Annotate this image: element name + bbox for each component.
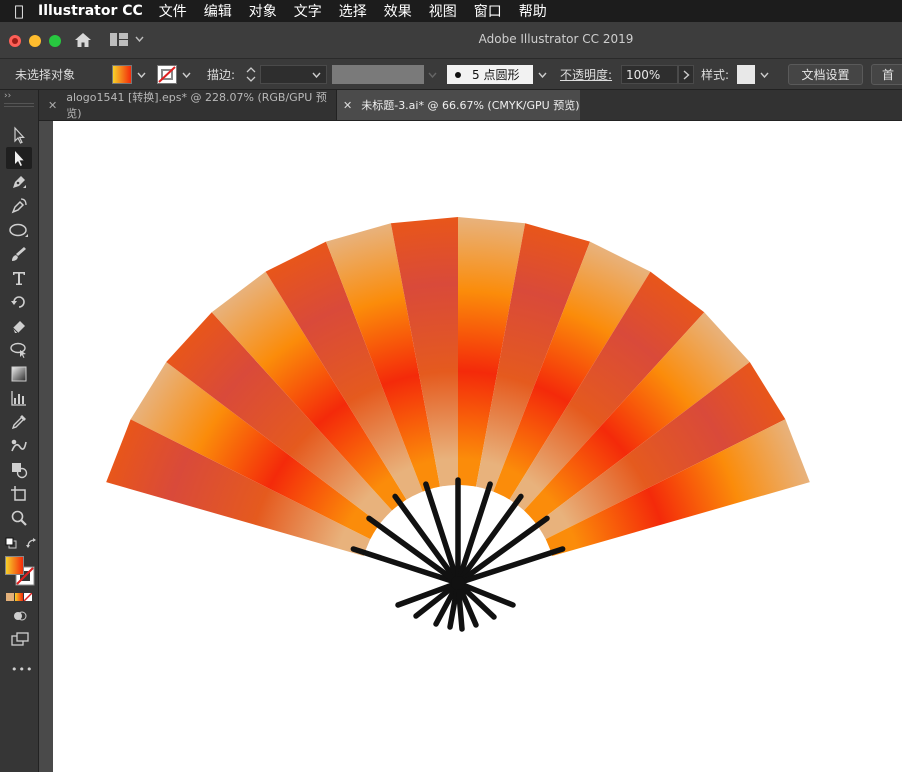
- rotate-tool-icon[interactable]: [6, 291, 32, 313]
- menu-object[interactable]: 对象: [249, 1, 277, 21]
- menu-effect[interactable]: 效果: [384, 1, 412, 21]
- swap-fill-stroke-icon[interactable]: [25, 537, 37, 549]
- type-tool-icon[interactable]: [6, 267, 32, 289]
- eyedropper-tool-icon[interactable]: [6, 411, 32, 433]
- close-tab-icon[interactable]: ✕: [343, 99, 352, 112]
- stroke-weight-chevron-icon[interactable]: [312, 72, 321, 78]
- document-tab-bar: ✕ alogo1541 [转换].eps* @ 228.07% (RGB/GPU…: [0, 90, 902, 121]
- brush-definition-select[interactable]: 5 点圆形: [447, 65, 533, 84]
- menu-type[interactable]: 文字: [294, 1, 322, 21]
- tab-title: 未标题-3.ai* @ 66.67% (CMYK/GPU 预览): [361, 99, 580, 112]
- default-fill-stroke-icon[interactable]: [5, 537, 17, 549]
- menu-view[interactable]: 视图: [429, 1, 457, 21]
- none-mode-icon[interactable]: [24, 593, 32, 601]
- collapse-panel-icon[interactable]: ››: [4, 91, 11, 101]
- fill-color-swatch[interactable]: [5, 556, 24, 575]
- brush-chevron-down-icon[interactable]: [538, 72, 547, 78]
- stroke-chevron-down-icon[interactable]: [182, 72, 191, 78]
- fan-pivot: [451, 576, 465, 590]
- lasso-select-tool-icon[interactable]: [6, 339, 32, 361]
- blend-tool-icon[interactable]: [6, 435, 32, 457]
- curvature-tool-icon[interactable]: [6, 195, 32, 217]
- brush-definition-value: 5 点圆形: [472, 68, 520, 82]
- tab-title: alogo1541 [转换].eps* @ 228.07% (RGB/GPU 预…: [66, 91, 327, 120]
- graph-tool-icon[interactable]: [6, 387, 32, 409]
- ellipse-tool-icon[interactable]: [6, 219, 32, 241]
- artboard-tool-icon[interactable]: [6, 483, 32, 505]
- direct-selection-tool-icon[interactable]: [6, 147, 32, 169]
- artboard[interactable]: [53, 121, 902, 772]
- menu-window[interactable]: 窗口: [474, 1, 502, 21]
- tab-alogo1541[interactable]: ✕ alogo1541 [转换].eps* @ 228.07% (RGB/GPU…: [48, 90, 337, 120]
- style-chevron-down-icon[interactable]: [760, 72, 769, 78]
- menu-file[interactable]: 文件: [159, 1, 187, 21]
- round-brush-dot-icon: [455, 71, 461, 78]
- document-setup-button[interactable]: 文档设置: [788, 64, 863, 85]
- opacity-expand-button[interactable]: [678, 65, 694, 84]
- window-titlebar: Adobe Illustrator CC 2019: [0, 22, 902, 59]
- selection-tool-icon[interactable]: [6, 124, 32, 146]
- pen-tool-icon[interactable]: [6, 171, 32, 193]
- apple-logo-icon[interactable]: : [0, 2, 38, 20]
- edit-toolbar-icon[interactable]: •••: [11, 663, 33, 676]
- tools-panel: ›› •••: [0, 90, 39, 772]
- control-bar: 未选择对象 描边: 5 点圆形 不透明度: 100% 样式: 文档设置 首: [0, 59, 902, 90]
- gradient-tool-icon[interactable]: [6, 363, 32, 385]
- app-menu[interactable]: Illustrator CC: [38, 3, 143, 19]
- opacity-input[interactable]: 100%: [621, 65, 678, 84]
- shape-builder-tool-icon[interactable]: [6, 459, 32, 481]
- menu-help[interactable]: 帮助: [519, 1, 547, 21]
- drawing-modes-icon[interactable]: [13, 610, 27, 622]
- gradient-mode-button[interactable]: [15, 593, 23, 601]
- window-title: Adobe Illustrator CC 2019: [478, 32, 634, 46]
- mac-menubar:  Illustrator CC 文件 编辑 对象 文字 选择 效果 视图 窗口…: [0, 0, 902, 22]
- fill-chevron-down-icon[interactable]: [137, 72, 146, 78]
- variable-width-profile[interactable]: [332, 65, 424, 84]
- graphic-style-swatch[interactable]: [737, 65, 755, 84]
- screen-mode-icon[interactable]: [11, 632, 29, 646]
- close-tab-icon[interactable]: ✕: [48, 99, 57, 112]
- menu-select[interactable]: 选择: [339, 1, 367, 21]
- chevron-right-icon: [683, 70, 690, 80]
- profile-chevron-down-icon[interactable]: [428, 72, 437, 78]
- opacity-label[interactable]: 不透明度:: [560, 59, 612, 89]
- folding-fan-artwork[interactable]: [53, 121, 902, 772]
- color-mode-button[interactable]: [6, 593, 14, 601]
- menu-edit[interactable]: 编辑: [204, 1, 232, 21]
- zoom-tool-icon[interactable]: [6, 507, 32, 529]
- eraser-tool-icon[interactable]: [6, 315, 32, 337]
- panel-grip[interactable]: [4, 103, 34, 107]
- preferences-button[interactable]: 首: [871, 64, 902, 85]
- selection-status: 未选择对象: [15, 67, 76, 82]
- stroke-label: 描边:: [207, 67, 236, 82]
- tab-untitled-3[interactable]: ✕ 未标题-3.ai* @ 66.67% (CMYK/GPU 预览): [337, 90, 580, 120]
- fill-swatch[interactable]: [112, 65, 132, 84]
- paintbrush-tool-icon[interactable]: [6, 243, 32, 265]
- stroke-none-swatch-icon[interactable]: [157, 65, 177, 84]
- style-label: 样式:: [701, 67, 730, 82]
- stroke-stepper-icon[interactable]: [245, 66, 257, 83]
